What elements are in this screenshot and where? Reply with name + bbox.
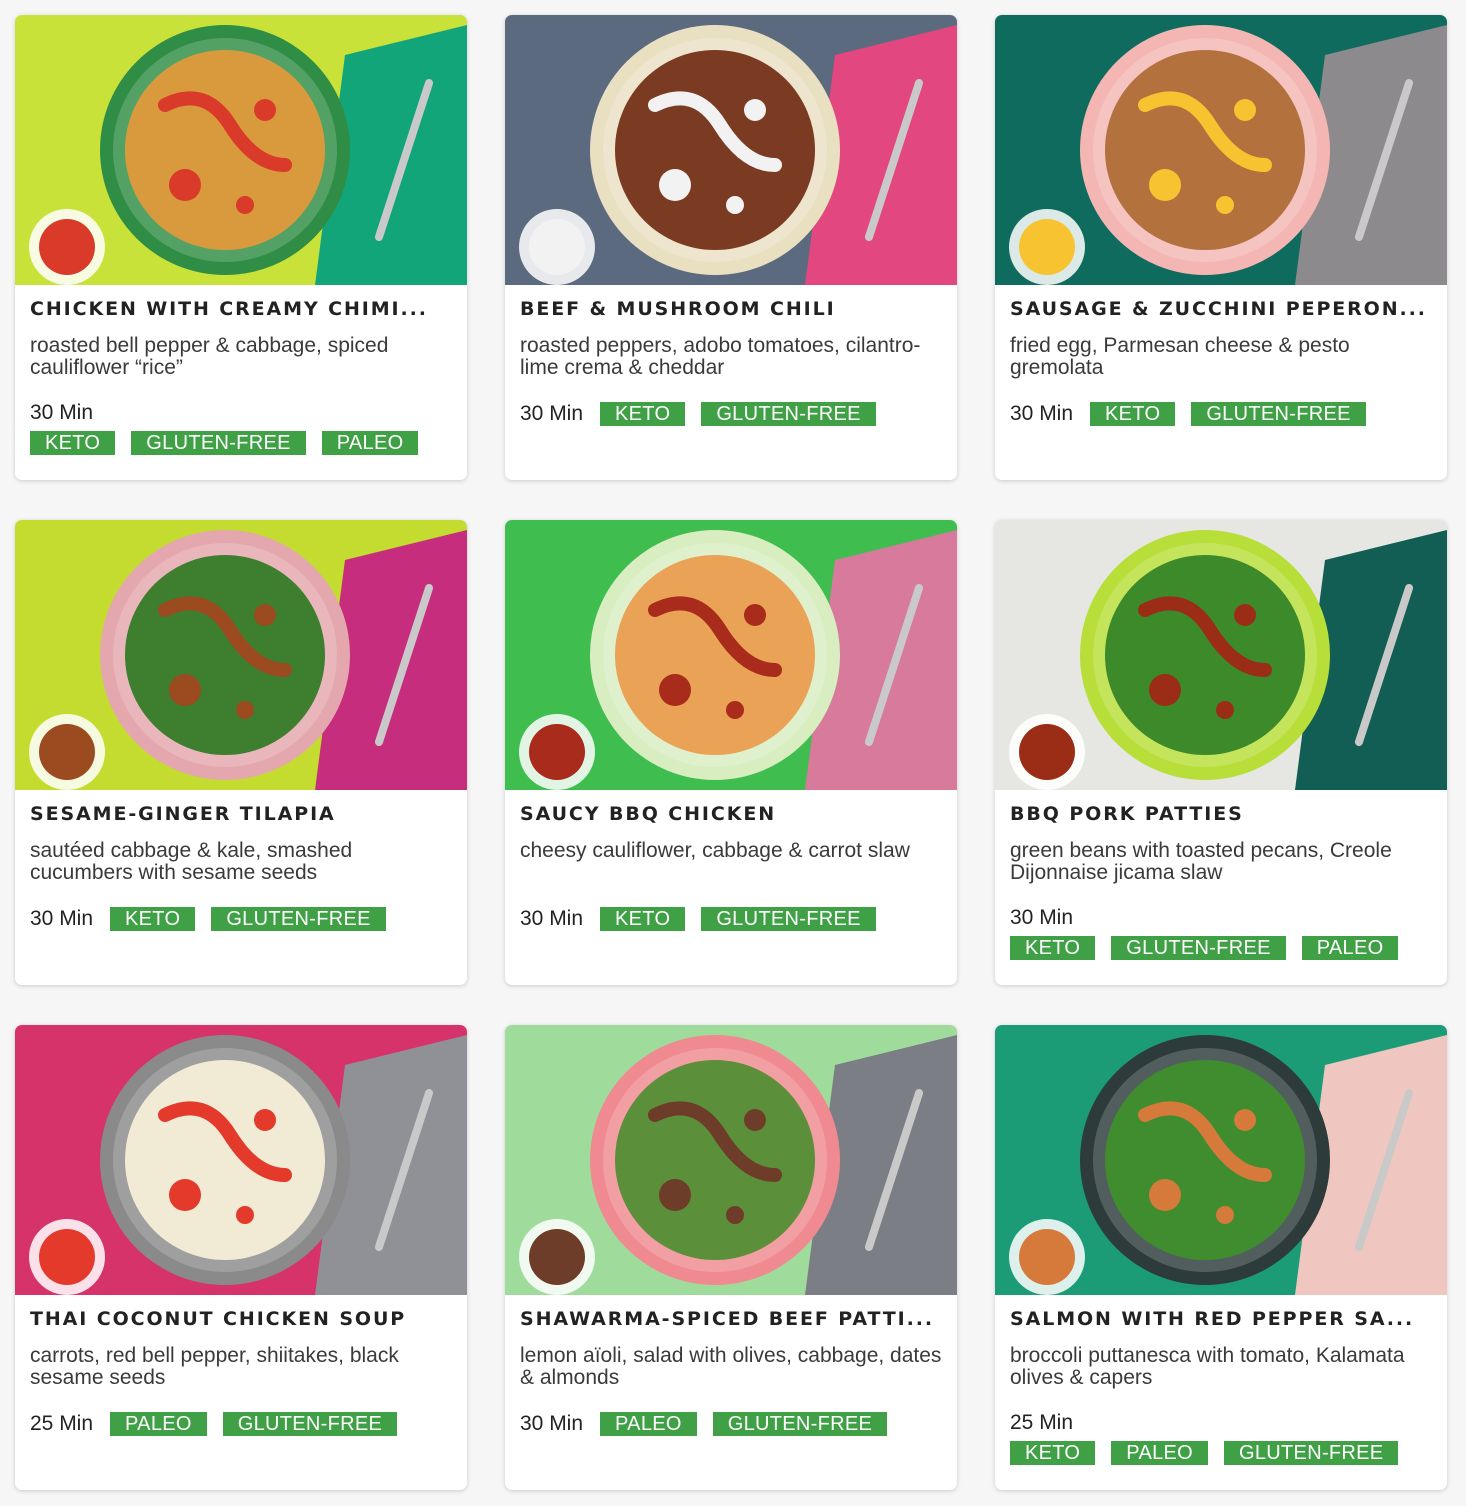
food-illustration (505, 1025, 957, 1295)
recipe-card-8[interactable]: SHAWARMA-SPICED BEEF PATTI... lemon aïol… (505, 1025, 957, 1490)
diet-tag-gluten-free: GLUTEN-FREE (1191, 402, 1366, 426)
recipe-title[interactable]: BBQ PORK PATTIES (1010, 802, 1432, 826)
cook-time: 30 Min (30, 907, 94, 930)
cook-time: 30 Min (1010, 906, 1074, 929)
cook-time: 30 Min (520, 907, 584, 930)
recipe-title[interactable]: CHICKEN WITH CREAMY CHIMI... (30, 297, 452, 321)
food-illustration (15, 1025, 467, 1295)
diet-tag-keto: KETO (600, 402, 686, 426)
recipe-card-9[interactable]: SALMON WITH RED PEPPER SA... broccoli pu… (995, 1025, 1447, 1490)
recipe-photo[interactable] (995, 1025, 1447, 1295)
diet-tag-keto: KETO (600, 907, 686, 931)
food-illustration (505, 15, 957, 285)
diet-tag-gluten-free: GLUTEN-FREE (1224, 1441, 1399, 1465)
cook-time: 30 Min (520, 1412, 584, 1435)
recipe-meta: 30 Min KETO GLUTEN-FREE (520, 401, 942, 427)
diet-tag-gluten-free: GLUTEN-FREE (701, 907, 876, 931)
recipe-meta: 25 Min PALEO GLUTEN-FREE (30, 1411, 452, 1437)
recipe-description: roasted bell pepper & cabbage, spiced ca… (30, 334, 389, 379)
cook-time: 30 Min (520, 402, 584, 425)
recipe-body: SHAWARMA-SPICED BEEF PATTI... lemon aïol… (505, 1295, 957, 1437)
diet-tag-gluten-free: GLUTEN-FREE (1111, 936, 1286, 960)
recipe-photo[interactable] (15, 1025, 467, 1295)
recipe-meta: 30 Min KETO GLUTEN-FREE (1010, 401, 1432, 427)
recipe-body: SESAME-GINGER TILAPIA sautéed cabbage & … (15, 790, 467, 932)
recipe-meta: 30 Min PALEO GLUTEN-FREE (520, 1411, 942, 1437)
diet-tag-gluten-free: GLUTEN-FREE (131, 431, 306, 455)
recipe-meta: 30 Min KETO GLUTEN-FREE (520, 906, 942, 932)
recipe-photo[interactable] (15, 15, 467, 285)
recipe-body: SAUCY BBQ CHICKEN cheesy cauliflower, ca… (505, 790, 957, 932)
recipe-photo[interactable] (505, 1025, 957, 1295)
recipe-meta: 30 Min KETO GLUTEN-FREE PALEO (30, 401, 452, 455)
recipe-card-4[interactable]: SESAME-GINGER TILAPIA sautéed cabbage & … (15, 520, 467, 985)
recipe-body: BBQ PORK PATTIES green beans with toaste… (995, 790, 1447, 960)
recipe-body: SAUSAGE & ZUCCHINI PEPERON... fried egg,… (995, 285, 1447, 427)
diet-tag-paleo: PALEO (321, 431, 419, 455)
diet-tag-gluten-free: GLUTEN-FREE (712, 1412, 888, 1436)
diet-tag-keto: KETO (110, 907, 196, 931)
diet-tag-keto: KETO (1090, 402, 1176, 426)
recipe-title[interactable]: SALMON WITH RED PEPPER SA... (1010, 1307, 1432, 1331)
diet-tag-paleo: PALEO (110, 1412, 207, 1436)
recipe-description: green beans with toasted pecans, Creole … (1010, 839, 1392, 884)
recipe-description: sautéed cabbage & kale, smashed cucumber… (30, 839, 353, 884)
recipe-description: cheesy cauliflower, cabbage & carrot sla… (520, 839, 910, 862)
recipe-grid: CHICKEN WITH CREAMY CHIMI... roasted bel… (15, 15, 1447, 1490)
cook-time: 30 Min (1010, 402, 1074, 425)
cook-time: 30 Min (30, 401, 94, 424)
diet-tag-gluten-free: GLUTEN-FREE (701, 402, 876, 426)
diet-tag-paleo: PALEO (600, 1412, 697, 1436)
recipe-card-2[interactable]: BEEF & MUSHROOM CHILI roasted peppers, a… (505, 15, 957, 480)
recipe-card-1[interactable]: CHICKEN WITH CREAMY CHIMI... roasted bel… (15, 15, 467, 480)
diet-tag-keto: KETO (1010, 936, 1096, 960)
diet-tag-paleo: PALEO (1301, 936, 1399, 960)
diet-tag-keto: KETO (30, 431, 116, 455)
food-illustration (995, 520, 1447, 790)
cook-time: 25 Min (30, 1412, 94, 1435)
recipe-description: carrots, red bell pepper, shiitakes, bla… (30, 1344, 399, 1389)
recipe-title[interactable]: THAI COCONUT CHICKEN SOUP (30, 1307, 452, 1331)
recipe-title[interactable]: BEEF & MUSHROOM CHILI (520, 297, 942, 321)
recipe-meta: 25 Min KETO PALEO GLUTEN-FREE (1010, 1411, 1432, 1465)
recipe-title[interactable]: SESAME-GINGER TILAPIA (30, 802, 452, 826)
recipe-description: roasted peppers, adobo tomatoes, cilantr… (520, 334, 921, 379)
recipe-body: THAI COCONUT CHICKEN SOUP carrots, red b… (15, 1295, 467, 1437)
recipe-title[interactable]: SAUCY BBQ CHICKEN (520, 802, 942, 826)
recipe-card-3[interactable]: SAUSAGE & ZUCCHINI PEPERON... fried egg,… (995, 15, 1447, 480)
diet-tag-keto: KETO (1010, 1441, 1096, 1465)
recipe-body: CHICKEN WITH CREAMY CHIMI... roasted bel… (15, 285, 467, 455)
recipe-body: BEEF & MUSHROOM CHILI roasted peppers, a… (505, 285, 957, 427)
cook-time: 25 Min (1010, 1411, 1074, 1434)
food-illustration (15, 15, 467, 285)
diet-tag-gluten-free: GLUTEN-FREE (211, 907, 386, 931)
recipe-photo[interactable] (995, 15, 1447, 285)
recipe-description: fried egg, Parmesan cheese & pesto gremo… (1010, 334, 1350, 379)
recipe-photo[interactable] (505, 15, 957, 285)
recipe-title[interactable]: SAUSAGE & ZUCCHINI PEPERON... (1010, 297, 1432, 321)
recipe-description: lemon aïoli, salad with olives, cabbage,… (520, 1344, 942, 1389)
food-illustration (15, 520, 467, 790)
recipe-meta: 30 Min KETO GLUTEN-FREE (30, 906, 452, 932)
recipe-description: broccoli puttanesca with tomato, Kalamat… (1010, 1344, 1405, 1389)
recipe-card-7[interactable]: THAI COCONUT CHICKEN SOUP carrots, red b… (15, 1025, 467, 1490)
recipe-card-5[interactable]: SAUCY BBQ CHICKEN cheesy cauliflower, ca… (505, 520, 957, 985)
recipe-body: SALMON WITH RED PEPPER SA... broccoli pu… (995, 1295, 1447, 1465)
recipe-title[interactable]: SHAWARMA-SPICED BEEF PATTI... (520, 1307, 942, 1331)
food-illustration (995, 1025, 1447, 1295)
recipe-meta: 30 Min KETO GLUTEN-FREE PALEO (1010, 906, 1432, 960)
diet-tag-gluten-free: GLUTEN-FREE (222, 1412, 398, 1436)
recipe-photo[interactable] (505, 520, 957, 790)
food-illustration (995, 15, 1447, 285)
recipe-photo[interactable] (995, 520, 1447, 790)
recipe-card-6[interactable]: BBQ PORK PATTIES green beans with toaste… (995, 520, 1447, 985)
diet-tag-paleo: PALEO (1111, 1441, 1209, 1465)
recipe-photo[interactable] (15, 520, 467, 790)
food-illustration (505, 520, 957, 790)
